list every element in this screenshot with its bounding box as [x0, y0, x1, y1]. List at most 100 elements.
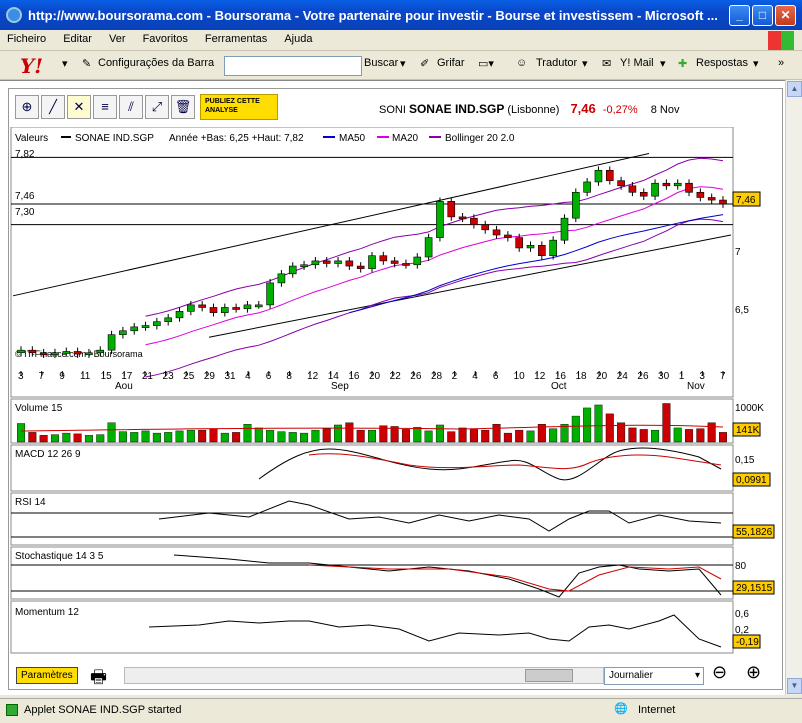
- publish-button[interactable]: PUBLIEZ CETTE ANALYSE: [200, 94, 278, 120]
- scroll-down-icon[interactable]: ▼: [787, 678, 802, 694]
- minimize-button[interactable]: _: [729, 5, 750, 26]
- candle-body-55: [639, 191, 648, 197]
- parameters-button[interactable]: Paramètres: [16, 667, 78, 684]
- volume-bar-16: [198, 429, 207, 443]
- momentum-axis-top: 0,6: [735, 609, 749, 620]
- tradutor-button[interactable]: Tradutor: [536, 57, 577, 69]
- stoch-badge-text: 29,1515: [736, 583, 773, 594]
- level-low-label: 7,30: [15, 207, 35, 218]
- legend-bollinger: Bollinger 20 2.0: [445, 133, 515, 144]
- volume-bar-25: [300, 432, 309, 443]
- legend-series-name: SONAE IND.SGP: [75, 133, 154, 144]
- x-tick-label-28: 20: [596, 371, 608, 382]
- applet-bottom-bar: Paramètres 🖶 Journalier ▾ ⊖ ⊕: [8, 662, 783, 690]
- volume-bar-22: [266, 429, 275, 443]
- candle-body-2: [39, 352, 48, 356]
- menu-editar[interactable]: Editar: [56, 30, 99, 48]
- chevron-down-icon[interactable]: ▾: [62, 57, 68, 70]
- chevron-down-icon[interactable]: ▾: [582, 57, 588, 70]
- mail-button[interactable]: Y! Mail: [620, 57, 654, 69]
- x-tick-label-11: 4: [245, 371, 251, 382]
- volume-axis-top: 1000K: [735, 403, 764, 414]
- printer-icon[interactable]: 🖶: [90, 665, 107, 695]
- momentum-label: Momentum 12: [15, 607, 79, 618]
- rsi-badge-text: 55,1826: [736, 527, 773, 538]
- x-tick-label-6: 21: [142, 371, 154, 382]
- applet-icon: [6, 704, 18, 716]
- window-icon[interactable]: ▭▾: [478, 57, 494, 70]
- x-tick-label-18: 22: [390, 371, 402, 382]
- volume-bar-28: [334, 424, 343, 443]
- x-tick-label-31: 30: [658, 371, 670, 382]
- grifar-button[interactable]: Grifar: [437, 57, 465, 69]
- search-button[interactable]: Buscar: [364, 57, 398, 69]
- respostas-button[interactable]: Respostas: [696, 57, 748, 69]
- menu-ver[interactable]: Ver: [102, 30, 133, 48]
- volume-label: Volume 15: [15, 403, 63, 414]
- candle-body-58: [673, 182, 682, 187]
- candle-body-37: [436, 201, 444, 238]
- trash-icon[interactable]: 🗑: [171, 95, 195, 119]
- volume-bar-12: [152, 432, 161, 443]
- x-tick-label-3: 11: [80, 371, 91, 382]
- volume-bar-8: [107, 422, 116, 443]
- candle-body-8: [107, 334, 116, 351]
- volume-bar-3: [50, 434, 59, 443]
- volume-bar-26: [311, 429, 320, 443]
- cross-tool-icon[interactable]: ✕: [67, 95, 91, 119]
- legend-ma50: MA50: [339, 133, 366, 144]
- stock-name: SONAE IND.SGP: [408, 102, 505, 116]
- candle-body-32: [379, 255, 388, 262]
- search-dropdown-icon[interactable]: ▾: [400, 57, 406, 70]
- candle-body-5: [73, 351, 82, 355]
- period-select[interactable]: Journalier ▾: [604, 667, 704, 685]
- maximize-button[interactable]: □: [752, 5, 773, 26]
- scroll-up-icon[interactable]: ▲: [787, 81, 802, 97]
- volume-bar-40: [469, 428, 478, 443]
- time-scrollbar-thumb[interactable]: [525, 669, 573, 682]
- time-scrollbar[interactable]: [124, 667, 604, 684]
- x-tick-label-27: 18: [575, 371, 587, 382]
- x-tick-label-2: 9: [59, 371, 65, 382]
- pencil-icon: ✎: [82, 58, 92, 70]
- line-tool-icon[interactable]: ╱: [41, 95, 65, 119]
- zoom-tool-icon[interactable]: ⊕: [15, 95, 39, 119]
- chevron-down-icon[interactable]: ▾: [753, 57, 759, 70]
- yahoo-toolbar: Y! ▾ ✎ Configurações da Barra Buscar ▾ ✐…: [0, 52, 802, 80]
- vertical-scrollbar[interactable]: ▲ ▼: [785, 80, 802, 695]
- translator-icon: ☺: [516, 57, 528, 69]
- channel-tool-icon[interactable]: ⫽: [119, 95, 143, 119]
- candle-body-48: [560, 217, 569, 241]
- menu-ficheiro[interactable]: Ficheiro: [0, 30, 53, 48]
- candle-body-24: [288, 265, 297, 275]
- mail-icon: ✉: [602, 58, 612, 70]
- volume-bar-49: [571, 415, 580, 443]
- candle-body-18: [221, 307, 229, 313]
- menu-favoritos[interactable]: Favoritos: [136, 30, 195, 48]
- menu-ajuda[interactable]: Ajuda: [277, 30, 319, 48]
- zoom-in-icon[interactable]: ⊕: [746, 662, 761, 683]
- config-button[interactable]: Configurações da Barra: [98, 57, 214, 69]
- toolbar-search-input[interactable]: [224, 56, 362, 76]
- volume-bar-0: [16, 423, 25, 443]
- status-text: Applet SONAE IND.SGP started: [24, 704, 182, 716]
- candle-body-9: [119, 330, 127, 335]
- close-button[interactable]: ✕: [775, 5, 796, 26]
- chevron-down-icon[interactable]: ▾: [660, 57, 666, 70]
- candle-body-50: [583, 181, 591, 193]
- yahoo-logo-icon[interactable]: Y!: [20, 54, 43, 78]
- menu-ferramentas[interactable]: Ferramentas: [198, 30, 274, 48]
- trend-tool-icon[interactable]: ⤢: [145, 95, 169, 119]
- zoom-out-icon[interactable]: ⊖: [712, 662, 727, 683]
- candle-body-44: [515, 237, 523, 249]
- candle-body-3: [51, 352, 59, 356]
- candle-body-51: [594, 169, 603, 183]
- candle-body-59: [685, 182, 693, 193]
- candle-body-47: [549, 239, 557, 257]
- volume-bar-54: [628, 427, 637, 443]
- fibonacci-tool-icon[interactable]: ≡: [93, 95, 117, 119]
- candle-body-11: [141, 325, 150, 328]
- chart-area[interactable]: Valeurs SONAE IND.SGP Année +Bas: 6,25 +…: [9, 127, 784, 687]
- candle-body-19: [232, 307, 240, 310]
- toolbar-overflow-icon[interactable]: »: [778, 57, 784, 69]
